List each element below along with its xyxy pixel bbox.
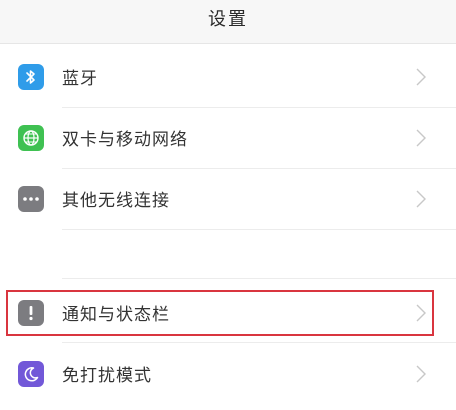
settings-row-other-wireless[interactable]: 其他无线连接: [0, 168, 456, 229]
settings-row-label: 蓝牙: [62, 69, 98, 89]
more-dots-icon: [18, 185, 44, 212]
row-divider: [62, 278, 456, 279]
settings-row-label: 其他无线连接: [62, 191, 170, 211]
chevron-right-icon: [416, 365, 426, 382]
settings-row-label: 免打扰模式: [62, 366, 152, 386]
nav-header: 设置: [0, 0, 456, 44]
bluetooth-icon: [18, 63, 44, 90]
chevron-right-icon: [416, 129, 426, 146]
settings-row-label: 双卡与移动网络: [62, 130, 188, 150]
chevron-right-icon: [416, 68, 426, 85]
section-gap: [0, 230, 456, 278]
moon-icon: [18, 360, 44, 387]
chevron-right-icon: [416, 190, 426, 207]
settings-row-do-not-disturb[interactable]: 免打扰模式: [0, 343, 456, 404]
page-title: 设置: [208, 9, 248, 30]
settings-row-bluetooth[interactable]: 蓝牙: [0, 46, 456, 107]
highlight-frame: [6, 290, 434, 336]
globe-icon: [18, 124, 44, 151]
settings-row-dual-sim[interactable]: 双卡与移动网络: [0, 107, 456, 168]
